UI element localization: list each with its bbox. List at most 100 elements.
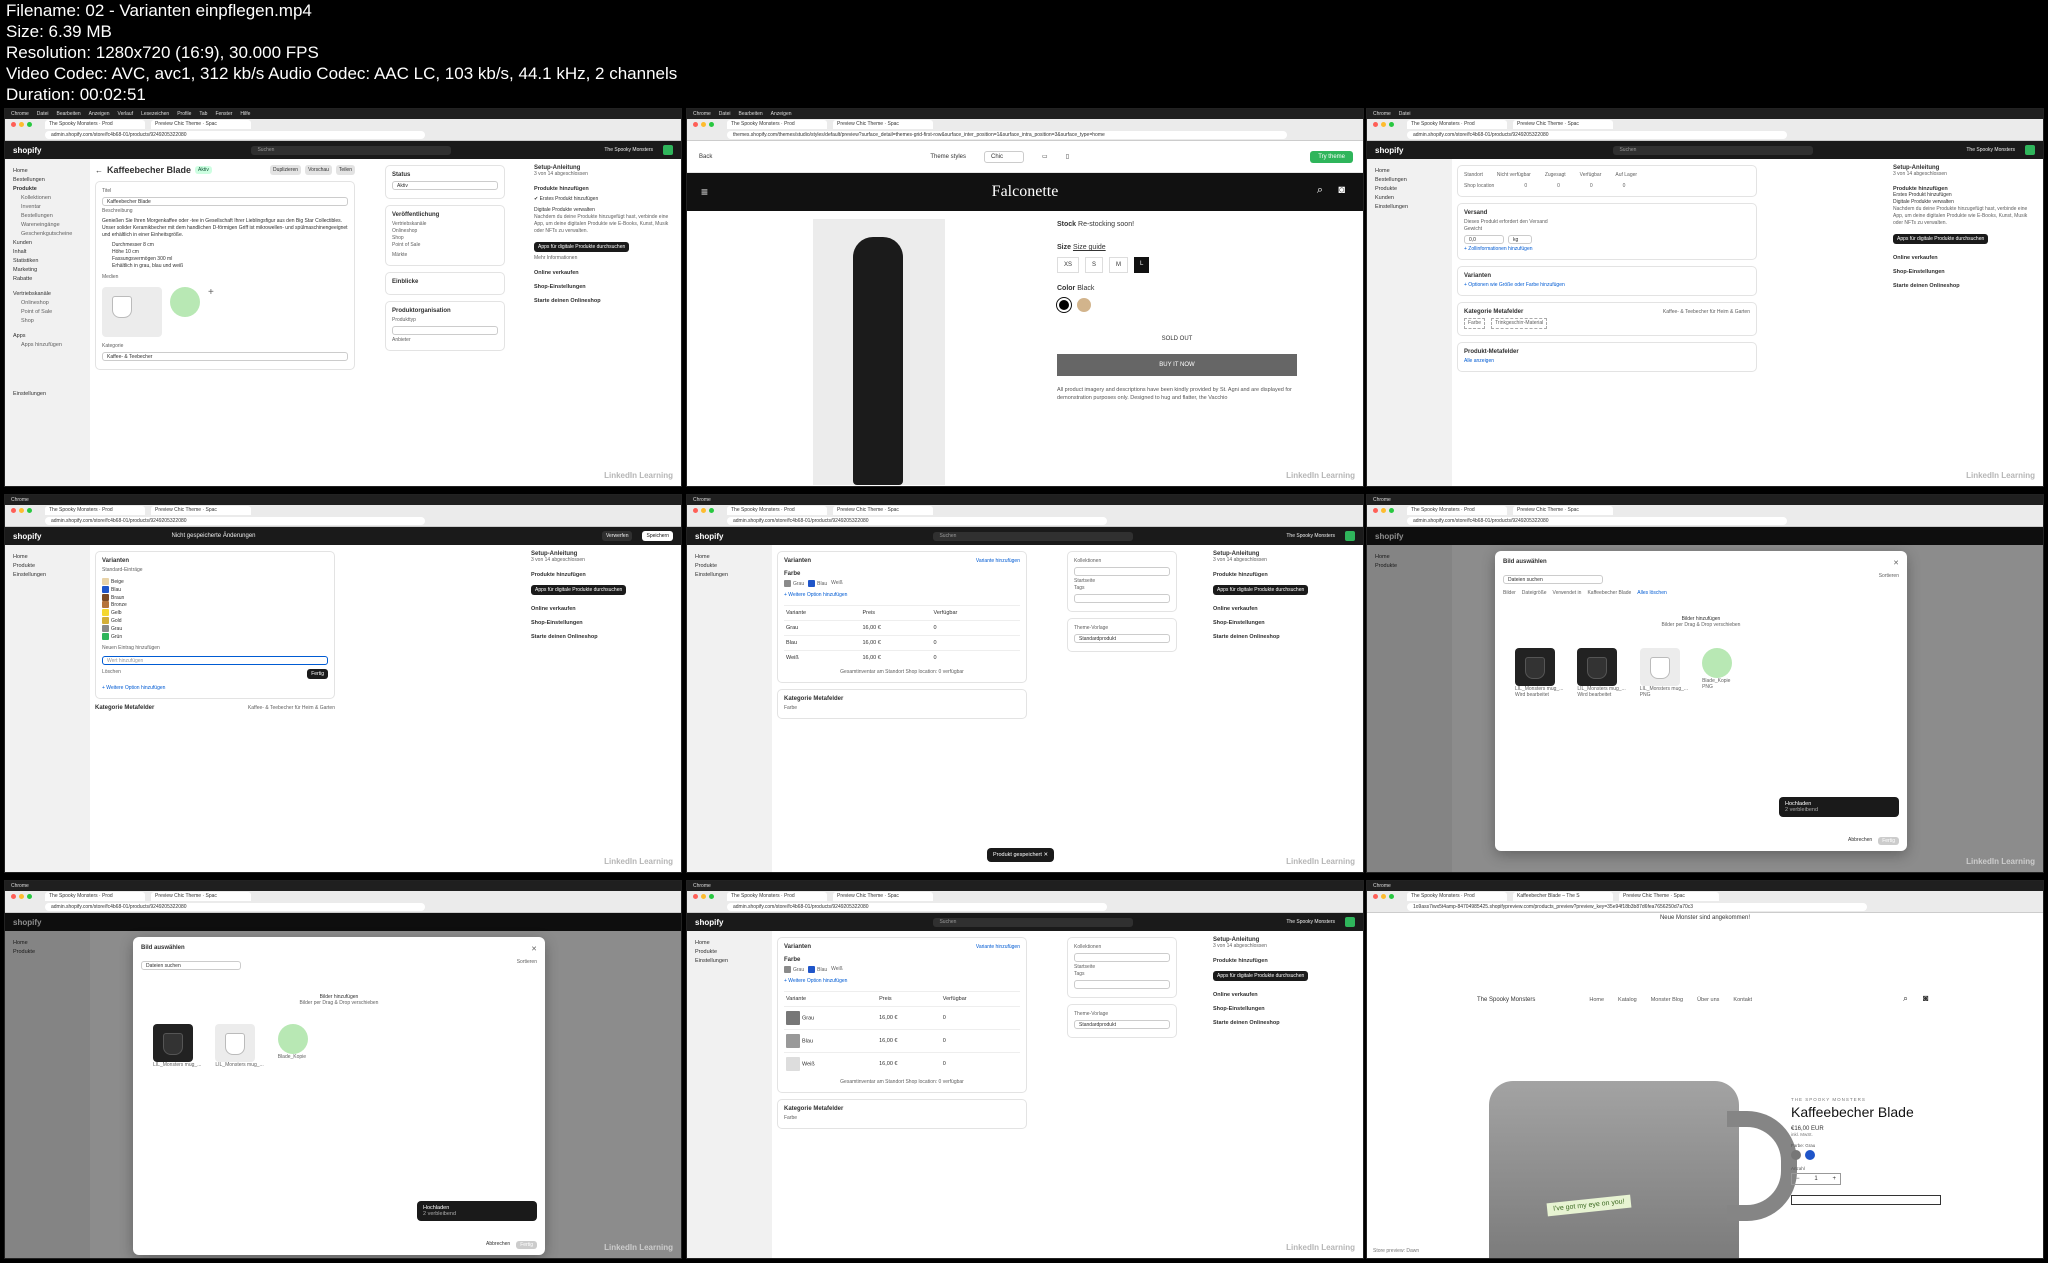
- menu-chrome[interactable]: Chrome: [11, 111, 29, 117]
- desktop-icon[interactable]: ▭: [1042, 153, 1048, 160]
- search-icon[interactable]: ⌕: [1903, 993, 1908, 1004]
- plus-icon[interactable]: +: [1832, 1176, 1836, 1182]
- variant-price[interactable]: 16,00: [879, 1038, 893, 1044]
- quantity-stepper[interactable]: − 1 +: [1791, 1173, 1841, 1185]
- tab-product[interactable]: Kaffeebecher Blade – The S: [1513, 892, 1613, 901]
- add-options-link[interactable]: + Optionen wie Größe oder Farbe hinzufüg…: [1464, 282, 1750, 289]
- collections-input[interactable]: [1074, 567, 1170, 576]
- variant-name[interactable]: Grau: [784, 619, 861, 636]
- share-button[interactable]: Teilen: [335, 165, 355, 175]
- menu-edit[interactable]: Bearbeiten: [738, 111, 762, 117]
- tab-preview[interactable]: Preview Chic Theme · Spac: [151, 120, 251, 129]
- browse-apps-button[interactable]: Apps für digitale Produkte durchsuchen: [1213, 585, 1309, 595]
- close-icon[interactable]: ✕: [1893, 559, 1899, 567]
- theme-template-select[interactable]: Standardprodukt: [1074, 1020, 1170, 1029]
- setup-section[interactable]: Produkte hinzufügen: [534, 186, 669, 192]
- filter-used-in[interactable]: Verwendet in: [1553, 590, 1582, 596]
- menu-chrome[interactable]: Chrome: [11, 883, 29, 889]
- avatar[interactable]: [2025, 145, 2035, 155]
- window-controls[interactable]: [1373, 894, 1394, 899]
- size-l[interactable]: L: [1134, 257, 1150, 273]
- shopify-logo[interactable]: shopify: [13, 146, 41, 155]
- add-to-cart-button[interactable]: [1791, 1195, 1941, 1205]
- done-button[interactable]: Fertig: [516, 1241, 537, 1249]
- sidebar-item-online-store[interactable]: Onlineshop: [13, 299, 90, 308]
- table-row[interactable]: Blau 16,00 € 0: [784, 1028, 1020, 1053]
- menu-tab[interactable]: Tab: [199, 111, 207, 117]
- setup-step-1[interactable]: Erstes Produkt hinzufügen: [1893, 192, 2033, 199]
- sidebar-item-home[interactable]: Home: [13, 553, 90, 562]
- menu-window[interactable]: Fenster: [215, 111, 232, 117]
- entry-gelb[interactable]: Gelb: [111, 610, 122, 616]
- buy-now-button[interactable]: BUY IT NOW: [1057, 354, 1297, 376]
- menu-chrome[interactable]: Chrome: [693, 497, 711, 503]
- mobile-icon[interactable]: ▯: [1066, 153, 1069, 160]
- tab-admin[interactable]: The Spooky Monsters · Prod: [1407, 120, 1507, 129]
- variant-price[interactable]: 16,00: [879, 1015, 893, 1021]
- url-bar[interactable]: themes.shopify.com/themes/studio/styles/…: [727, 131, 1287, 139]
- done-button[interactable]: Fertig: [307, 668, 328, 679]
- sidebar-item-content[interactable]: Inhalt: [13, 248, 90, 257]
- table-row[interactable]: Weiß 16,00 € 0: [784, 649, 1020, 665]
- url-bar[interactable]: admin.shopify.com/store/fc4b68-01/produc…: [1407, 517, 1787, 525]
- window-controls[interactable]: [1373, 122, 1394, 127]
- sidebar-item-products[interactable]: Produkte: [13, 185, 90, 194]
- media-mug[interactable]: [102, 287, 162, 337]
- save-button[interactable]: Speichern: [642, 531, 673, 541]
- shopify-logo[interactable]: shopify: [1375, 146, 1403, 155]
- search-icon[interactable]: ⌕: [1317, 184, 1323, 197]
- close-icon[interactable]: ✕: [1043, 852, 1048, 858]
- sidebar-item-products[interactable]: Produkte: [1375, 185, 1452, 194]
- cancel-button[interactable]: Abbrechen: [486, 1241, 510, 1249]
- browse-apps-button[interactable]: Apps für digitale Produkte durchsuchen: [531, 585, 627, 595]
- variant-price[interactable]: 16,00: [879, 1061, 893, 1067]
- variant-name[interactable]: Grau: [802, 1015, 814, 1021]
- sidebar-item-transfers[interactable]: Warenein­gänge: [13, 221, 90, 230]
- sidebar-item-settings[interactable]: Einstellungen: [695, 957, 772, 966]
- collections-input[interactable]: [1074, 953, 1170, 962]
- menu-view[interactable]: Anzeigen: [771, 111, 792, 117]
- color-swatch-tan[interactable]: [1077, 298, 1091, 312]
- table-row[interactable]: Grau 16,00 € 0: [784, 619, 1020, 636]
- description-text[interactable]: Genießen Sie Ihren Morgenkaffee oder -te…: [102, 218, 348, 239]
- sidebar-item-analytics[interactable]: Statistiken: [13, 257, 90, 266]
- avatar[interactable]: [1345, 917, 1355, 927]
- url-bar[interactable]: admin.shopify.com/store/fc4b68-01/produc…: [45, 517, 425, 525]
- avatar[interactable]: [663, 145, 673, 155]
- sidebar-item-products[interactable]: Produkte: [695, 562, 772, 571]
- file-search-input[interactable]: Dateien suchen: [1503, 575, 1603, 584]
- variant-price[interactable]: 16,00: [862, 625, 876, 631]
- sidebar-item-inventory[interactable]: Inventar: [13, 203, 90, 212]
- variant-image[interactable]: [786, 1033, 800, 1048]
- file-item[interactable]: LIL_Monsters mug_...: [153, 1024, 201, 1068]
- file-item[interactable]: LIL_Monsters mug_... PNG: [1639, 648, 1688, 698]
- setup-shop-settings[interactable]: Shop-Einstellungen: [1213, 620, 1353, 626]
- window-controls[interactable]: [1373, 508, 1394, 513]
- setup-section[interactable]: Produkte hinzufügen: [531, 572, 671, 578]
- variant-price[interactable]: 16,00: [862, 655, 876, 661]
- sidebar-item-discounts[interactable]: Rabatte: [13, 275, 90, 284]
- theme-template-select[interactable]: Standardprodukt: [1074, 634, 1170, 643]
- menu-file[interactable]: Datei: [37, 111, 49, 117]
- sidebar-item-settings[interactable]: Einstellungen: [1375, 203, 1452, 212]
- tab-preview[interactable]: Preview Chic Theme · Spac: [833, 892, 933, 901]
- setup-step-2[interactable]: Digitale Produkte verwalten: [1893, 199, 2033, 206]
- nav-blog[interactable]: Monster Blog: [1651, 997, 1683, 1003]
- sort-button[interactable]: Sortieren: [517, 959, 537, 972]
- sidebar-item-gift-cards[interactable]: Geschenkgutscheine: [13, 230, 90, 239]
- shopify-logo[interactable]: shopify: [695, 918, 723, 927]
- variant-available[interactable]: 0: [931, 634, 1020, 651]
- setup-launch[interactable]: Starte deinen Onlineshop: [534, 298, 669, 304]
- variant-available[interactable]: 0: [940, 1051, 1020, 1075]
- sidebar-item-home[interactable]: Home: [1375, 167, 1452, 176]
- delete-button[interactable]: Löschen: [102, 669, 121, 679]
- variant-available[interactable]: 0: [940, 1028, 1020, 1053]
- size-m[interactable]: M: [1109, 257, 1129, 273]
- menu-help[interactable]: Hilfe: [240, 111, 250, 117]
- add-media-icon[interactable]: +: [208, 287, 214, 337]
- preview-button[interactable]: Vorschau: [305, 165, 332, 175]
- sidebar-item-shop[interactable]: Shop: [13, 317, 90, 326]
- filter-product[interactable]: Kaffeebecher Blade: [1587, 590, 1631, 596]
- cancel-button[interactable]: Abbrechen: [1848, 837, 1872, 845]
- category-input[interactable]: Kaffee- & Teebecher: [102, 352, 348, 361]
